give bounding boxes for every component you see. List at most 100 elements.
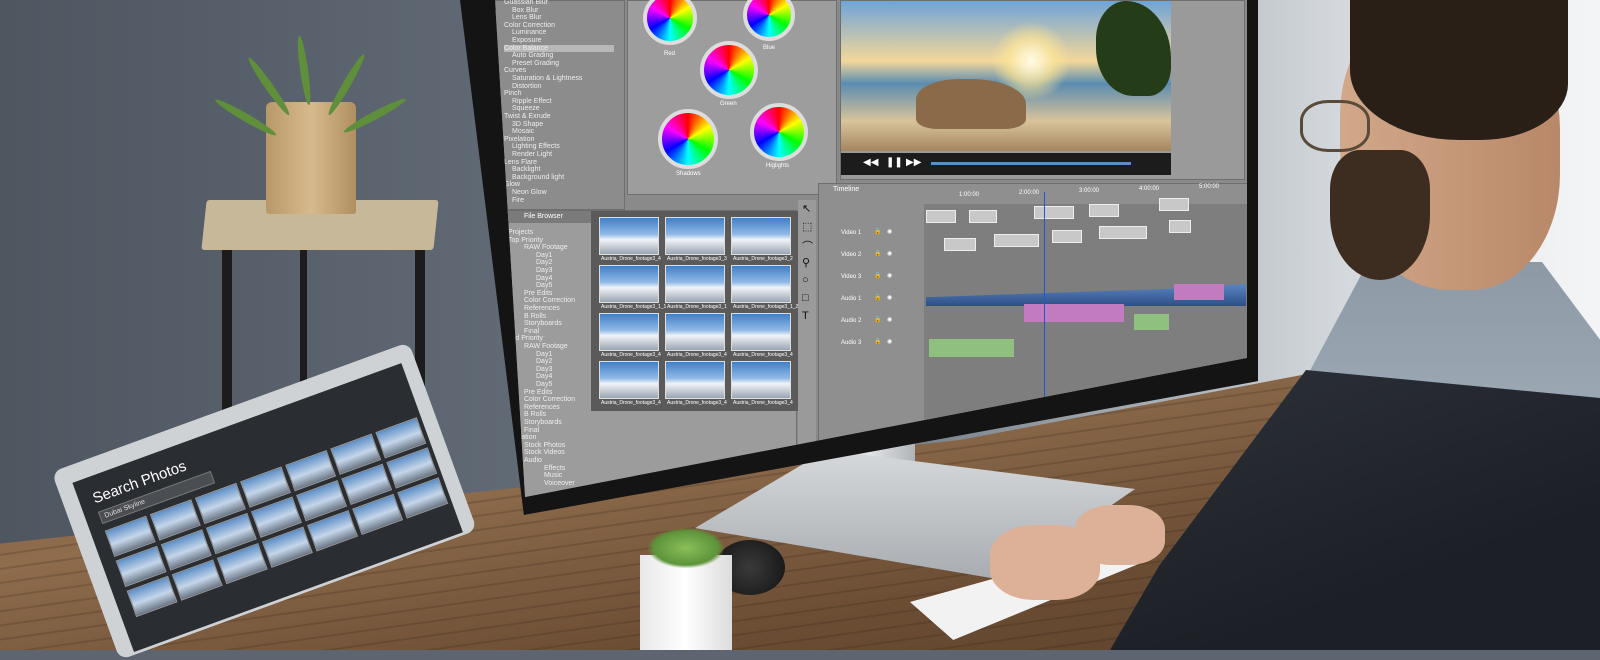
effect-item[interactable]: Color Correction [504,22,555,29]
footage-thumbnail[interactable] [665,217,725,255]
track-visibility-icon[interactable]: ◉ [887,272,892,279]
video-clip[interactable] [1052,230,1082,243]
folder-tree-item[interactable]: Final [524,328,539,335]
video-clip[interactable] [1034,206,1074,219]
track-lock-icon[interactable]: 🔒 [874,272,881,279]
effect-item[interactable]: Lens Flare [504,159,537,166]
folder-tree-item[interactable]: Projects [508,229,533,236]
footage-thumbnail[interactable] [731,265,791,303]
highlights-color-wheel[interactable] [750,103,808,161]
folder-tree-item[interactable]: B Rolls [524,313,546,320]
video-clip[interactable] [1099,226,1147,239]
video-clip[interactable] [994,234,1039,247]
effect-item[interactable]: Color Balance [504,44,614,52]
effect-item[interactable]: Neon Glow [512,189,547,196]
effect-item[interactable]: Exposure [512,37,542,44]
audio3-clip[interactable] [929,339,1014,357]
folder-tree-item[interactable]: Effects [544,465,565,472]
shadows-color-wheel[interactable] [658,109,718,169]
folder-tree-item[interactable]: RAW Footage [524,343,568,350]
effect-item[interactable]: Glow [504,181,520,188]
audio2-clip[interactable] [1134,314,1169,330]
video-clip[interactable] [1169,220,1191,233]
footage-thumbnail[interactable] [599,361,659,399]
track-visibility-icon[interactable]: ◉ [887,294,892,301]
folder-tree-item[interactable]: Day4 [536,373,552,380]
zoom-icon[interactable]: ⚲ [802,256,810,269]
effect-item[interactable]: Background light [512,174,564,181]
track-lock-icon[interactable]: 🔒 [874,316,881,323]
effect-item[interactable]: Lens Blur [512,14,542,21]
effect-item[interactable]: Luminance [512,29,546,36]
track-lock-icon[interactable]: 🔒 [874,250,881,257]
effect-item[interactable]: Ripple Effect [512,98,552,105]
rectangle-icon[interactable]: □ [802,292,809,304]
effect-item[interactable]: Distortion [512,83,542,90]
folder-tree-item[interactable]: References [524,305,560,312]
effect-item[interactable]: Curves [504,67,526,74]
effect-item[interactable]: Pinch [504,90,522,97]
effect-item[interactable]: Pixelation [504,136,534,143]
track-visibility-icon[interactable]: ◉ [887,338,892,345]
folder-tree-item[interactable]: RAW Footage [524,244,568,251]
red-color-wheel[interactable] [643,0,697,45]
marquee-icon[interactable]: ⬚ [802,220,812,233]
playback-scrubber[interactable] [931,162,1131,165]
ellipse-icon[interactable]: ○ [802,274,809,286]
effect-item[interactable]: Auto Grading [512,52,553,59]
folder-tree-item[interactable]: Voiceover [544,480,575,487]
audio1-clip[interactable] [1024,304,1124,322]
effect-item[interactable]: Preset Grading [512,60,559,67]
footage-thumbnail[interactable] [599,313,659,351]
footage-thumbnail[interactable] [665,265,725,303]
folder-tree-item[interactable]: Pre Edits [524,290,552,297]
video-clip[interactable] [944,238,976,251]
audio1-clip[interactable] [1174,284,1224,300]
video-clip[interactable] [1159,198,1189,211]
forward-icon[interactable]: ▶▶ [906,157,921,168]
folder-tree-item[interactable]: Day3 [536,366,552,373]
folder-tree-item[interactable]: Day5 [536,282,552,289]
effect-item[interactable]: Box Blur [512,7,538,14]
footage-thumbnail[interactable] [731,217,791,255]
folder-tree-item[interactable]: Day3 [536,267,552,274]
effect-item[interactable]: Render Light [512,151,552,158]
footage-thumbnail[interactable] [731,361,791,399]
effect-item[interactable]: Mosaic [512,128,534,135]
effect-item[interactable]: Fire [512,197,524,204]
folder-tree-item[interactable]: Pre Edits [524,389,552,396]
folder-tree-item[interactable]: Day5 [536,381,552,388]
folder-tree-item[interactable]: Day2 [536,358,552,365]
lasso-icon[interactable]: ⌒ [802,238,813,254]
folder-tree-item[interactable]: Stock Videos [524,449,565,456]
track-lock-icon[interactable]: 🔒 [874,294,881,301]
blue-color-wheel[interactable] [743,0,795,41]
footage-thumbnail[interactable] [665,313,725,351]
folder-tree-item[interactable]: Storyboards [524,320,562,327]
folder-tree-item[interactable]: Storyboards [524,419,562,426]
video-clip[interactable] [1089,204,1119,217]
track-visibility-icon[interactable]: ◉ [887,250,892,257]
effect-item[interactable]: Saturation & Lightness [512,75,582,82]
rewind-icon[interactable]: ◀◀ [863,157,878,168]
effect-item[interactable]: Lighting Effects [512,143,560,150]
folder-tree-item[interactable]: References [524,404,560,411]
track-visibility-icon[interactable]: ◉ [887,316,892,323]
folder-tree-item[interactable]: Audio [524,457,542,464]
folder-tree-item[interactable]: B Rolls [524,411,546,418]
effect-item[interactable]: Guassian Blur [504,0,548,6]
select-arrow-icon[interactable]: ↖ [802,202,811,215]
effect-item[interactable]: 3D Shape [512,121,543,128]
folder-tree-item[interactable]: Music [544,472,562,479]
track-visibility-icon[interactable]: ◉ [887,228,892,235]
folder-tree-item[interactable]: Day1 [536,252,552,259]
footage-thumbnail[interactable] [731,313,791,351]
footage-thumbnail[interactable] [665,361,725,399]
folder-tree-item[interactable]: Day4 [536,275,552,282]
green-color-wheel[interactable] [700,41,758,99]
footage-thumbnail[interactable] [599,217,659,255]
folder-tree-item[interactable]: Color Correction [524,297,575,304]
video-clip[interactable] [969,210,997,223]
pause-icon[interactable]: ❚❚ [886,157,903,168]
folder-tree-item[interactable]: Final [524,427,539,434]
